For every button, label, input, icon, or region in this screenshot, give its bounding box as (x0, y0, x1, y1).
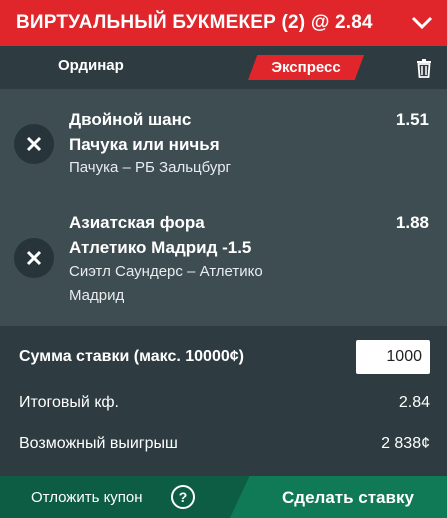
tab-single[interactable]: Ординар (58, 57, 124, 74)
save-coupon-label: Отложить купон (31, 489, 143, 506)
bet-type-tabs: Ординар Экспресс (0, 46, 447, 89)
trash-icon[interactable] (414, 58, 434, 78)
bet-selection: Пачука или ничья (69, 135, 220, 154)
bet-event: Пачука – РБ Зальцбург (69, 159, 232, 176)
total-odds-label: Итоговый кф. (19, 394, 119, 411)
remove-bet-button[interactable] (14, 124, 54, 164)
bet-item: Двойной шанс 1.51 Пачука или ничья Пачук… (0, 89, 447, 199)
possible-win-row: Возможный выигрыш 2 838¢ (0, 435, 447, 465)
chevron-down-icon[interactable] (397, 0, 447, 46)
bet-market: Двойной шанс (69, 110, 192, 129)
close-icon (26, 250, 42, 266)
stake-input[interactable] (356, 340, 430, 374)
close-icon (26, 136, 42, 152)
remove-bet-button[interactable] (14, 238, 54, 278)
total-odds-row: Итоговый кф. 2.84 (0, 394, 447, 424)
tab-express-label: Экспресс (271, 59, 341, 76)
possible-win-value: 2 838¢ (381, 435, 430, 452)
total-odds-value: 2.84 (398, 394, 430, 411)
help-icon[interactable]: ? (171, 485, 195, 509)
stake-label: Сумма ставки (макс. 10000¢) (19, 348, 244, 365)
betslip-header[interactable]: ВИРТУАЛЬНЫЙ БУКМЕКЕР (2) @ 2.84 (0, 0, 447, 46)
place-bet-label: Сделать ставку (282, 488, 414, 507)
betslip-title: ВИРТУАЛЬНЫЙ БУКМЕКЕР (2) @ 2.84 (16, 12, 373, 33)
bet-event: Сиэтл Саундерс – Атлетико Мадрид (69, 263, 263, 304)
possible-win-label: Возможный выигрыш (19, 435, 178, 452)
bet-summary: Сумма ставки (макс. 10000¢) Итоговый кф.… (0, 326, 447, 476)
bet-odds: 1.88 (395, 213, 429, 232)
tab-express[interactable]: Экспресс (248, 55, 364, 80)
bet-item: Азиатская фора 1.88 Атлетико Мадрид -1.5… (0, 199, 447, 326)
bet-list: Двойной шанс 1.51 Пачука или ничья Пачук… (0, 89, 447, 326)
bet-market: Азиатская фора (69, 213, 205, 232)
bet-selection: Атлетико Мадрид -1.5 (69, 238, 252, 257)
betslip-footer: Отложить купон ? Сделать ставку (0, 476, 447, 518)
bet-odds: 1.51 (395, 110, 429, 129)
